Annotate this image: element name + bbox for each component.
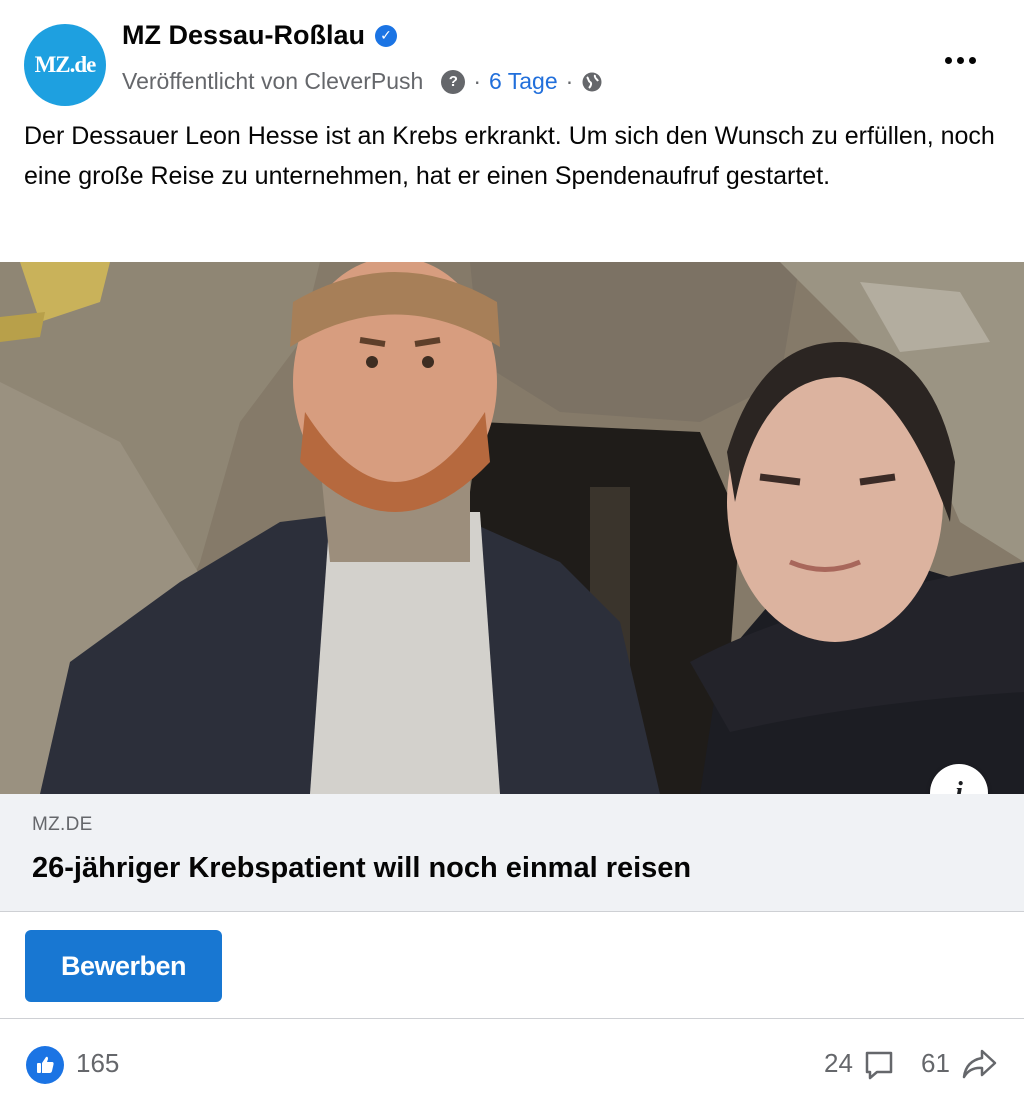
link-preview[interactable]: MZ.DE 26-jähriger Krebspatient will noch…: [0, 794, 1024, 912]
question-icon[interactable]: ?: [441, 69, 466, 94]
post-stats: 165 24 61: [0, 1020, 1024, 1105]
post-image[interactable]: [0, 262, 1024, 794]
cta-area: Bewerben: [0, 912, 1024, 1019]
link-domain: MZ.DE: [32, 814, 93, 835]
like-reaction-icon[interactable]: [26, 1046, 64, 1084]
page-avatar[interactable]: MZ.de: [24, 24, 106, 106]
comment-icon[interactable]: [862, 1048, 896, 1082]
thumbs-up-icon: [37, 1056, 54, 1073]
more-icon-dot: [956, 56, 964, 64]
facebook-post-card: MZ.de MZ Dessau-Roßlau ✓ Veröffentlicht …: [0, 0, 1024, 1105]
more-icon-dot: [944, 56, 952, 64]
link-title[interactable]: 26-jähriger Krebspatient will noch einma…: [32, 852, 691, 885]
page-name-row: MZ Dessau-Roßlau ✓: [122, 20, 398, 51]
timestamp-link[interactable]: 6 Tage: [489, 68, 558, 95]
like-count[interactable]: 165: [76, 1048, 119, 1079]
comment-count[interactable]: 24: [824, 1048, 853, 1079]
page-name-link[interactable]: MZ Dessau-Roßlau: [122, 20, 365, 51]
post-meta: Veröffentlicht von CleverPush ? · 6 Tage…: [122, 68, 603, 95]
post-text: Der Dessauer Leon Hesse ist an Krebs erk…: [24, 122, 995, 190]
post-photo-illustration: [0, 262, 1024, 794]
more-options-button[interactable]: [938, 42, 982, 78]
globe-icon: [582, 72, 602, 91]
published-by-text: Veröffentlicht von CleverPush: [122, 68, 424, 94]
share-count[interactable]: 61: [921, 1048, 950, 1079]
share-icon[interactable]: [960, 1046, 998, 1082]
apply-button[interactable]: Bewerben: [25, 930, 222, 1002]
more-icon-dot: [968, 56, 976, 64]
meta-separator: ·: [473, 68, 481, 94]
avatar-logo-text: MZ.de: [34, 52, 97, 77]
verified-badge-icon: ✓: [375, 24, 398, 47]
meta-separator-2: ·: [565, 68, 574, 94]
